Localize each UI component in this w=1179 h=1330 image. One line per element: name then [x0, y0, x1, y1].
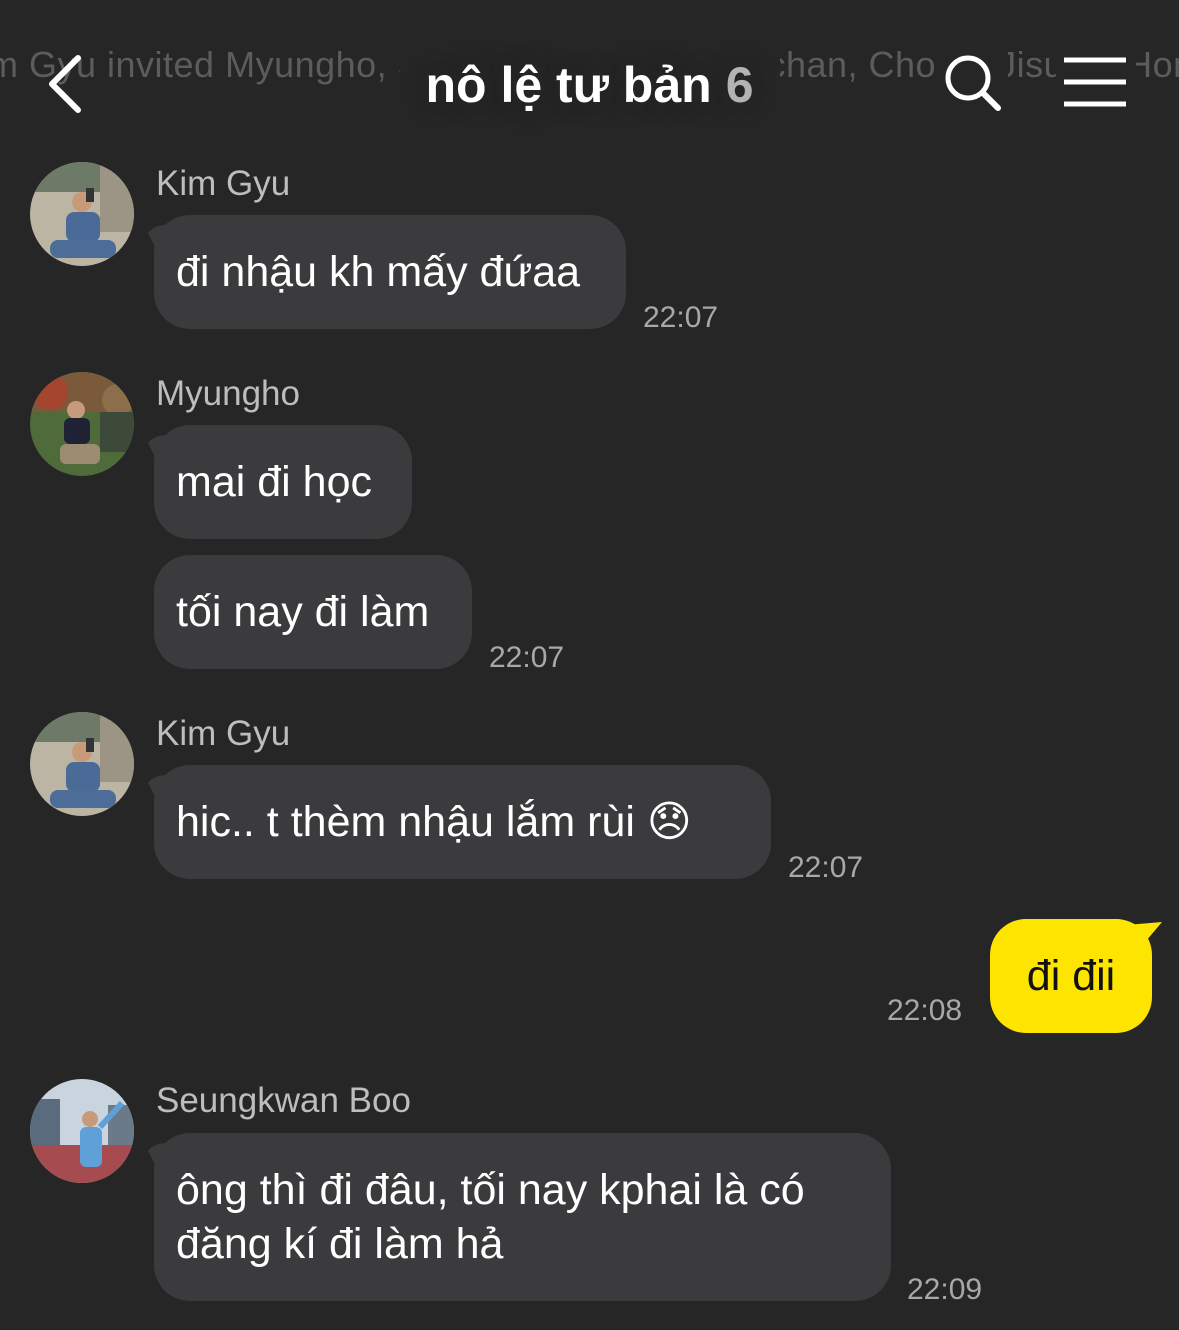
- message-bubble[interactable]: ông thì đi đâu, tối nay kphai là có đăng…: [154, 1133, 891, 1301]
- avatar-seungkwan-boo[interactable]: [30, 1079, 134, 1183]
- member-count: 6: [725, 57, 754, 113]
- chat-title-text: nô lệ tư bản: [425, 57, 712, 113]
- message-bubble[interactable]: đi nhậu kh mấy đứaa: [154, 215, 626, 329]
- sender-name: Myungho: [156, 374, 300, 413]
- message-time: 22:07: [643, 301, 719, 334]
- search-button[interactable]: [938, 48, 1008, 118]
- message-bubble[interactable]: tối nay đi làm: [154, 555, 472, 669]
- avatar-kim-gyu[interactable]: [30, 162, 134, 266]
- message-text: hic.. t thèm nhậu lắm rùi 😞: [176, 798, 692, 846]
- message-bubble[interactable]: mai đi học: [154, 425, 412, 539]
- message-text: mai đi học: [176, 458, 372, 506]
- message-bubble[interactable]: hic.. t thèm nhậu lắm rùi 😞: [154, 765, 771, 879]
- message-time: 22:09: [907, 1273, 983, 1306]
- avatar-myungho[interactable]: [30, 372, 134, 476]
- message-text: tối nay đi làm: [176, 588, 430, 636]
- menu-button[interactable]: [1056, 52, 1136, 116]
- sender-name: Kim Gyu: [156, 164, 291, 203]
- message-text-line: đăng kí đi làm hả: [176, 1220, 504, 1268]
- message-time: 22:08: [887, 994, 963, 1027]
- avatar-kim-gyu[interactable]: [30, 712, 134, 816]
- message-text-line: ông thì đi đâu, tối nay kphai là có: [176, 1166, 805, 1214]
- message-text: đi đii: [1026, 952, 1116, 1000]
- message-time: 22:07: [489, 641, 565, 674]
- chat-header: m Gyu invited Myungho, Seungkwan Boo, Ju…: [0, 0, 1179, 140]
- search-icon: [945, 55, 1001, 111]
- message-time: 22:07: [788, 851, 864, 884]
- hamburger-menu-icon: [1064, 57, 1126, 107]
- sender-name: Kim Gyu: [156, 714, 291, 753]
- my-message-bubble[interactable]: đi đii: [990, 919, 1152, 1033]
- message-text: đi nhậu kh mấy đứaa: [176, 248, 581, 296]
- sender-name: Seungkwan Boo: [156, 1081, 411, 1120]
